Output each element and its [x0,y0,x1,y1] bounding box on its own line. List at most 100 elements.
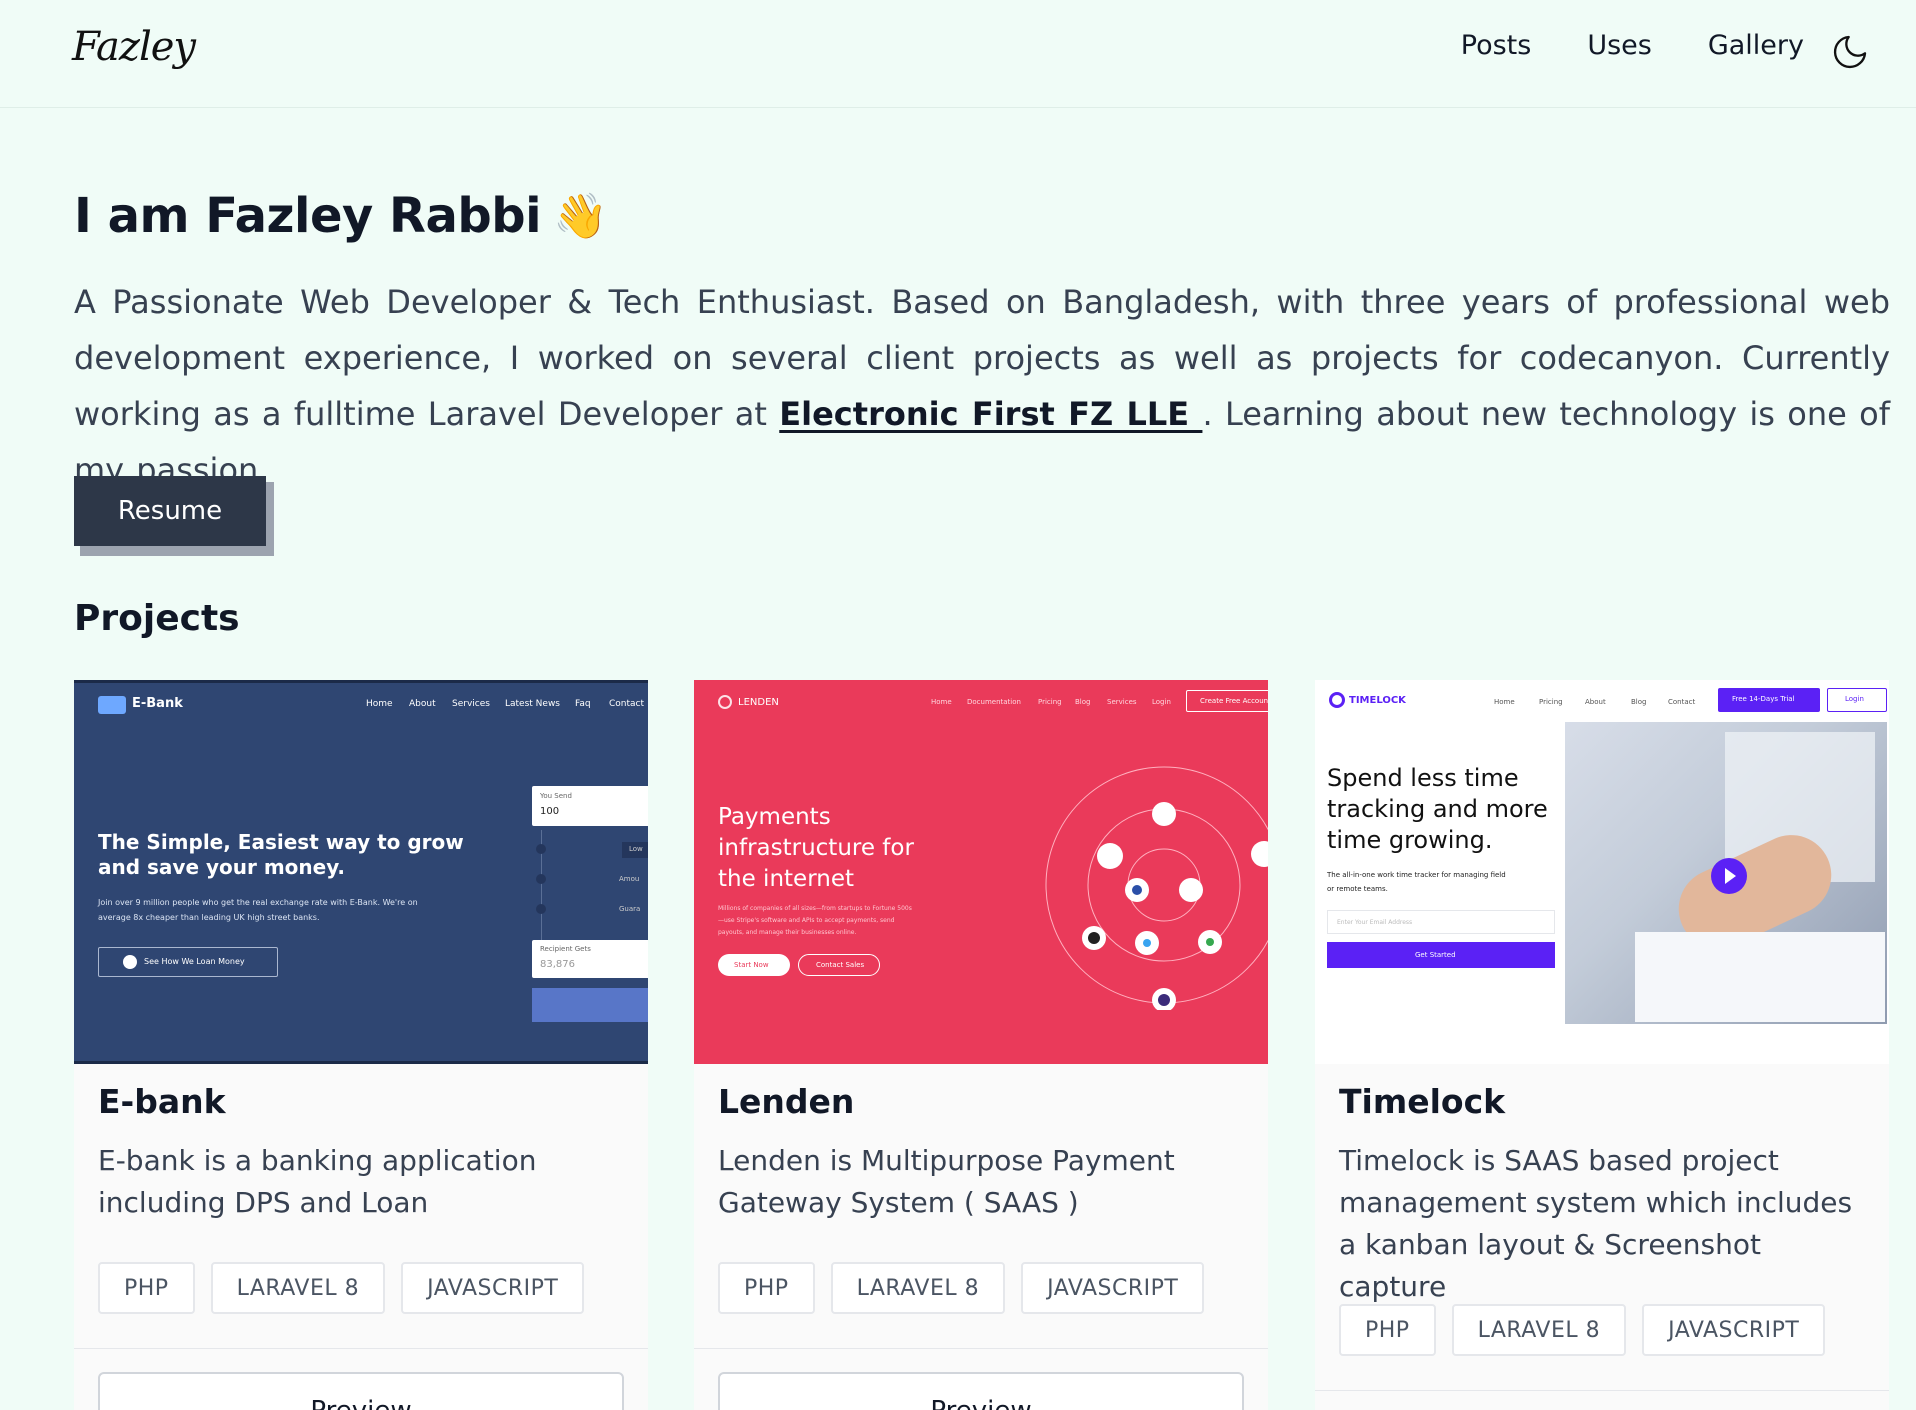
project-card-lenden: LENDEN Home Documentation Pricing Blog S… [694,680,1268,1410]
ebank-cta: See How We Loan Money [144,957,245,966]
timelock-sub-1: The all-in-one work time tracker for man… [1327,871,1506,879]
ebank-send-button [532,988,648,1022]
card-icon [98,696,126,714]
project-name: Lenden [718,1082,855,1121]
moon-icon[interactable] [1830,32,1870,72]
nav-uses[interactable]: Uses [1587,30,1652,61]
project-description: Timelock is SAAS based project managemen… [1339,1144,1853,1303]
payment-orbit-graphic [1045,766,1268,1010]
clock-icon [1329,692,1345,708]
ebank-send-label: You Send [540,792,572,800]
tag-php: PHP [1339,1304,1436,1356]
ebank-brand: E-Bank [132,696,183,711]
tag-javascript: JAVASCRIPT [401,1262,585,1314]
lenden-headline-3: the internet [718,866,854,892]
lenden-contact-btn: Contact Sales [816,961,865,969]
tag-laravel: LARAVEL 8 [1451,1304,1627,1356]
timelock-screenshot[interactable]: TIMELOCK Home Pricing About Blog Contact… [1315,680,1889,1064]
ebank-nav-about: About [409,699,436,709]
project-card-ebank: E-Bank Home About Services Latest News F… [74,680,648,1410]
timelock-headline-3: time growing. [1327,826,1493,854]
resume-button[interactable]: Resume [74,476,266,546]
ebank-side-3: Guara [619,905,641,913]
play-icon [123,955,137,969]
ebank-bottom-border [74,1061,648,1064]
site-header: Fazley Posts Uses Gallery [0,0,1916,108]
timelock-get-started: Get Started [1415,951,1456,959]
project-card-timelock: TIMELOCK Home Pricing About Blog Contact… [1315,680,1889,1410]
timelock-trial: Free 14-Days Trial [1732,695,1795,703]
timelock-sub-2: or remote teams. [1327,885,1388,893]
lenden-nav-home: Home [931,698,952,706]
tag-list: PHP LARAVEL 8 JAVASCRIPT [1339,1304,1826,1356]
ebank-send-value: 100 [540,806,560,817]
ebank-headline-1: The Simple, Easiest way to grow [98,830,464,854]
preview-button[interactable]: Preview [98,1372,624,1410]
ebank-screenshot[interactable]: E-Bank Home About Services Latest News F… [74,680,648,1064]
timelock-headline-1: Spend less time [1327,764,1519,792]
lenden-nav-login: Login [1152,698,1171,706]
lenden-start-btn: Start Now [734,961,769,969]
lenden-sub-1: Millions of companies of all sizes—from … [718,905,912,912]
timelock-email-placeholder: Enter Your Email Address [1337,919,1413,926]
lenden-brand: LENDEN [738,697,779,708]
ebank-nav-services: Services [452,699,490,709]
project-description: Lenden is Multipurpose Payment Gateway S… [718,1144,1175,1219]
main-nav: Posts Uses Gallery [1461,30,1804,61]
lenden-create-account: Create Free Account [1200,697,1268,705]
card-divider [1315,1390,1889,1391]
ebank-dot-3 [536,904,546,914]
nav-posts[interactable]: Posts [1461,30,1532,61]
logo[interactable]: Fazley [72,24,196,70]
card-divider [74,1348,648,1349]
nav-gallery[interactable]: Gallery [1708,30,1804,61]
page-title: I am Fazley Rabbi 👋 [74,188,1890,244]
lenden-headline-1: Payments [718,804,831,830]
ebank-dot-1 [536,844,546,854]
ebank-recipient-label: Recipient Gets [540,945,591,953]
timelock-nav-contact: Contact [1668,698,1696,706]
hero-paper [1635,932,1885,1022]
ebank-recipient-value: 83,876 [540,959,575,970]
lenden-nav-blog: Blog [1075,698,1091,706]
lenden-nav-docs: Documentation [967,698,1021,706]
lenden-nav-pricing: Pricing [1038,698,1062,706]
ebank-side-2: Amou [619,875,640,883]
project-name: Timelock [1339,1082,1506,1121]
preview-button[interactable]: Preview [718,1372,1244,1410]
tag-list: PHP LARAVEL 8 JAVASCRIPT [98,1262,585,1314]
ebank-nav-faq: Faq [575,699,591,709]
wave-emoji: 👋 [553,191,608,242]
ebank-nav-home: Home [366,699,393,709]
lenden-sub-2: —use Stripe's software and APIs to accep… [718,917,895,924]
ebank-sub-1: Join over 9 million people who get the r… [98,898,418,907]
timelock-login: Login [1845,695,1864,703]
lenden-sub-3: payouts, and manage their businesses onl… [718,929,857,936]
project-name: E-bank [98,1082,226,1121]
lenden-headline-2: infrastructure for [718,835,914,861]
projects-heading: Projects [74,598,240,639]
lenden-screenshot[interactable]: LENDEN Home Documentation Pricing Blog S… [694,680,1268,1064]
ebank-dot-2 [536,874,546,884]
tag-list: PHP LARAVEL 8 JAVASCRIPT [718,1262,1205,1314]
play-triangle [1725,868,1736,884]
timelock-nav-home: Home [1494,698,1515,706]
title-text: I am Fazley Rabbi [74,188,542,244]
bio-text: A Passionate Web Developer & Tech Enthus… [74,274,1890,498]
ebank-nav-contact: Contact [609,699,645,709]
timelock-headline-2: tracking and more [1327,795,1548,823]
lenden-nav-services: Services [1107,698,1137,706]
ebank-sub-2: average 8x cheaper than leading UK high … [98,913,320,922]
company-link[interactable]: Electronic First FZ LLE [779,395,1202,433]
card-divider [694,1348,1268,1349]
timelock-nav-about: About [1585,698,1606,706]
tag-php: PHP [718,1262,815,1314]
ebank-side-1: Low [629,845,643,853]
lenden-logo-icon [718,695,732,709]
timelock-hero-image [1565,722,1887,1024]
tag-javascript: JAVASCRIPT [1642,1304,1826,1356]
tag-javascript: JAVASCRIPT [1021,1262,1205,1314]
timelock-brand: TIMELOCK [1349,695,1406,706]
project-description: E-bank is a banking application includin… [98,1144,537,1219]
intro-section: I am Fazley Rabbi 👋 A Passionate Web Dev… [74,188,1890,498]
